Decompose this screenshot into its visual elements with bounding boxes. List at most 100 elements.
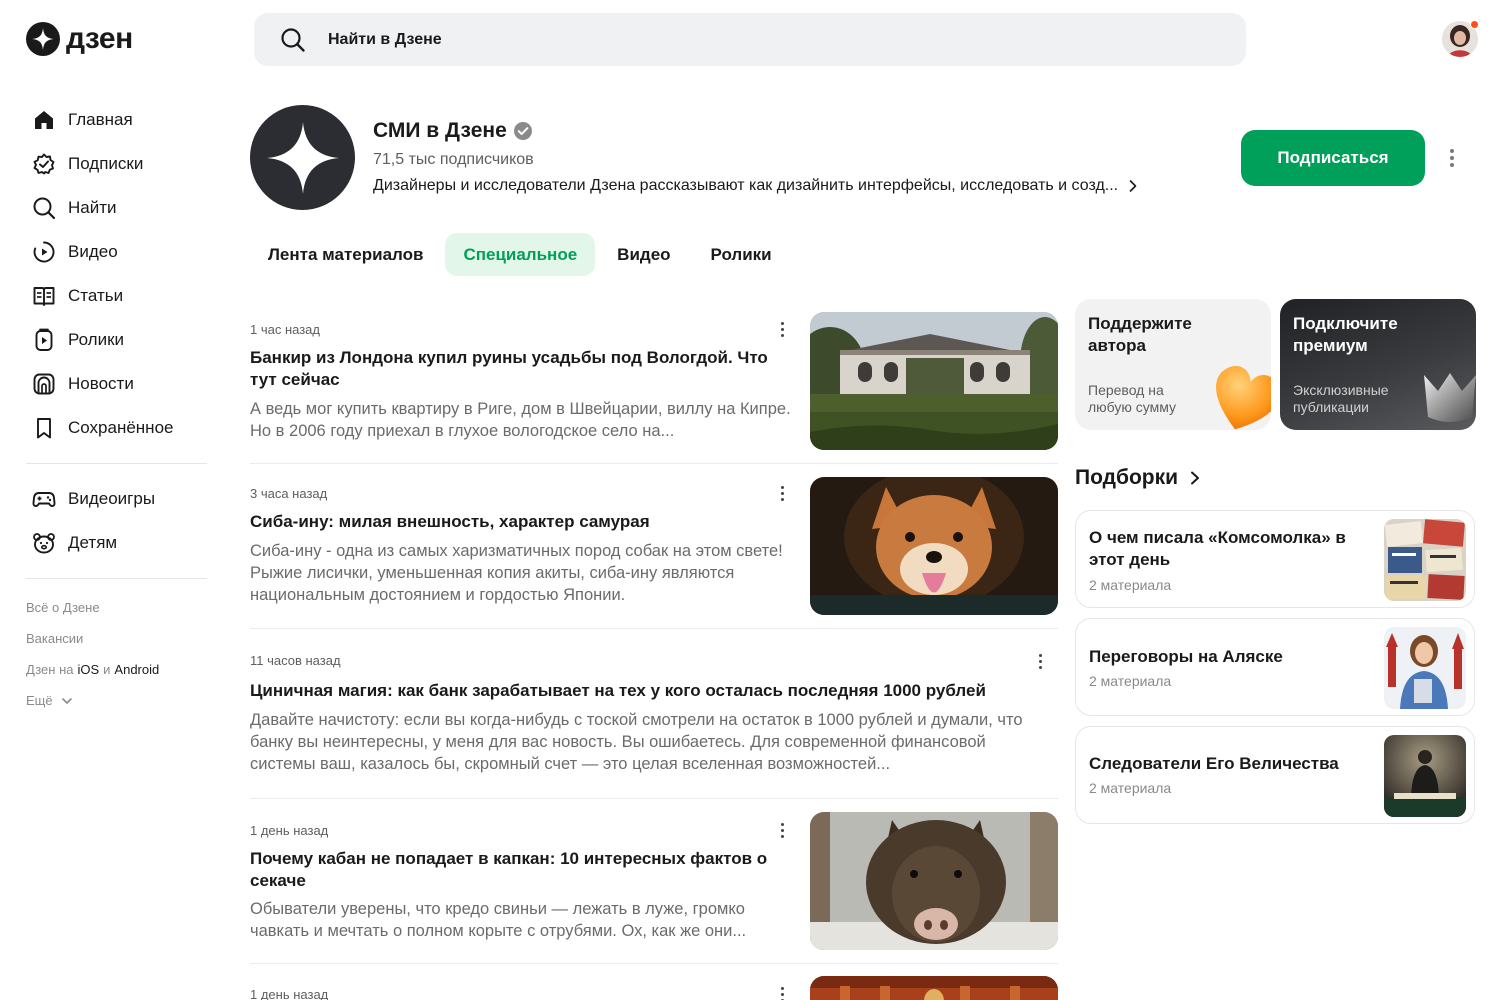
sidebar-item-kids[interactable]: Детям [26, 521, 208, 565]
tab-shorts[interactable]: Ролики [693, 233, 790, 276]
feed-card[interactable]: 3 часа назад Сиба-ину: милая внешность, … [250, 464, 1058, 629]
footer-apps-prefix: Дзен на [26, 662, 74, 677]
sidebar-item-news[interactable]: Новости [26, 362, 208, 406]
dot [780, 333, 784, 337]
shorts-icon [31, 327, 57, 353]
footer-more-button[interactable]: Ещё [26, 685, 208, 716]
dot [780, 986, 784, 990]
channel-name: СМИ в Дзене [373, 119, 507, 142]
premium-card[interactable]: Подключите премиум Эксклюзивные публикац… [1280, 299, 1476, 430]
gamepad-icon [31, 486, 57, 512]
sidebar-divider [26, 578, 207, 579]
search-input[interactable] [328, 30, 1128, 49]
card-title[interactable]: Сиба-ину: милая внешность, характер саму… [250, 511, 795, 533]
card-time: 1 день назад [250, 823, 329, 838]
feed-card[interactable]: 1 день назад Почему кабан не попадает в … [250, 799, 1058, 964]
selections-heading[interactable]: Подборки [1075, 466, 1202, 490]
card-title[interactable]: Банкир из Лондона купил руины усадьбы по… [250, 347, 795, 391]
selection-card[interactable]: Следователи Его Величества 2 материала [1075, 726, 1475, 824]
sidebar-item-video[interactable]: Видео [26, 230, 208, 274]
subscribe-button[interactable]: Подписаться [1241, 130, 1425, 186]
footer-apps-and: и [103, 662, 111, 677]
sidebar: Главная Подписки Найти Видео Статьи Роли… [26, 98, 208, 716]
card-time: 11 часов назад [250, 653, 341, 668]
chevron-right-icon [1129, 180, 1137, 192]
news-icon [31, 371, 57, 397]
card-thumbnail-boar[interactable] [810, 812, 1058, 950]
channel-avatar [250, 105, 355, 210]
channel-description-text: Дизайнеры и исследователи Дзена рассказы… [373, 177, 1119, 194]
dot [1038, 653, 1042, 657]
card-title[interactable]: Почему кабан не попадает в капкан: 10 ин… [250, 848, 795, 892]
feed-card[interactable]: 1 час назад Банкир из Лондона купил руин… [250, 300, 1058, 464]
card-snippet: Обыватели уверены, что кредо свиньи — ле… [250, 900, 747, 940]
channel-more-button[interactable] [1440, 142, 1464, 174]
card-thumbnail-dog[interactable] [810, 477, 1058, 615]
card-time: 1 час назад [250, 322, 320, 337]
dot [1450, 149, 1454, 153]
sidebar-item-saved[interactable]: Сохранённое [26, 406, 208, 450]
tab-special[interactable]: Специальное [445, 233, 596, 276]
card-snippet: Давайте начистоту: если вы когда-нибудь … [250, 711, 1023, 773]
sidebar-item-label: Детям [68, 533, 118, 552]
dot [780, 828, 784, 832]
premium-subtitle: Эксклюзивные публикации [1293, 382, 1389, 415]
sidebar-item-shorts[interactable]: Ролики [26, 318, 208, 362]
dot [1450, 163, 1454, 167]
subscriber-count: 71,5 тыс подписчиков [373, 151, 534, 168]
footer-link-apps: Дзен на iOS и Android [26, 654, 208, 685]
sidebar-item-games[interactable]: Видеоигры [26, 477, 208, 521]
card-thumbnail-partial[interactable] [810, 976, 1058, 1000]
video-icon [31, 239, 57, 265]
feed-card[interactable]: 11 часов назад Циничная магия: как банк … [250, 629, 1058, 799]
support-author-subtitle: Перевод на любую сумму [1088, 382, 1177, 415]
chevron-down-icon [61, 697, 72, 704]
card-menu-button[interactable] [774, 483, 790, 503]
card-menu-button[interactable] [1032, 651, 1048, 671]
sidebar-item-label: Ролики [68, 330, 125, 349]
sidebar-item-label: Статьи [68, 286, 124, 305]
footer-link-ios[interactable]: iOS [77, 662, 99, 677]
dot [780, 491, 784, 495]
feed-card[interactable]: 1 день назад [250, 964, 1058, 1000]
logo[interactable]: дзен [26, 22, 133, 56]
channel-title: СМИ в Дзене [373, 119, 533, 143]
selection-card[interactable]: Переговоры на Аляске 2 материала [1075, 618, 1475, 716]
search-bar[interactable] [254, 13, 1246, 66]
search-icon [31, 195, 57, 221]
selection-title: О чем писала «Комсомолка» в этот день [1089, 528, 1346, 569]
chevron-right-icon [1191, 471, 1200, 485]
support-author-card[interactable]: Поддержите автора Перевод на любую сумму [1075, 299, 1271, 430]
footer-link-android[interactable]: Android [114, 662, 159, 677]
card-menu-button[interactable] [774, 820, 790, 840]
card-thumbnail-manor[interactable] [810, 312, 1058, 450]
sidebar-divider [26, 463, 207, 464]
premium-title: Подключите премиум [1293, 314, 1398, 355]
selection-card[interactable]: О чем писала «Комсомолка» в этот день 2 … [1075, 510, 1475, 608]
selection-title: Следователи Его Величества [1089, 754, 1339, 773]
tab-feed[interactable]: Лента материалов [250, 233, 441, 276]
card-title[interactable]: Циничная магия: как банк зарабатывает на… [250, 680, 1058, 702]
channel-description[interactable]: Дизайнеры и исследователи Дзена рассказы… [373, 177, 1140, 195]
sidebar-item-articles[interactable]: Статьи [26, 274, 208, 318]
logo-text: дзен [66, 22, 133, 55]
card-menu-button[interactable] [774, 984, 790, 1000]
sidebar-item-home[interactable]: Главная [26, 98, 208, 142]
card-menu-button[interactable] [774, 319, 790, 339]
dot [780, 485, 784, 489]
dot [1038, 665, 1042, 669]
card-snippet: Сиба-ину - одна из самых харизматичных п… [250, 542, 783, 604]
crown-icon [1424, 373, 1476, 422]
sidebar-item-subscriptions[interactable]: Подписки [26, 142, 208, 186]
dot [780, 321, 784, 325]
sidebar-item-label: Сохранённое [68, 418, 174, 437]
selection-thumbnail-investigator [1384, 735, 1466, 817]
card-time: 3 часа назад [250, 486, 328, 501]
zen-star-icon [266, 121, 339, 194]
dot [780, 497, 784, 501]
footer-link-about[interactable]: Всё о Дзене [26, 592, 208, 623]
footer-link-jobs[interactable]: Вакансии [26, 623, 208, 654]
sidebar-item-search[interactable]: Найти [26, 186, 208, 230]
heart-icon [1216, 366, 1271, 430]
tab-video[interactable]: Видео [599, 233, 688, 276]
